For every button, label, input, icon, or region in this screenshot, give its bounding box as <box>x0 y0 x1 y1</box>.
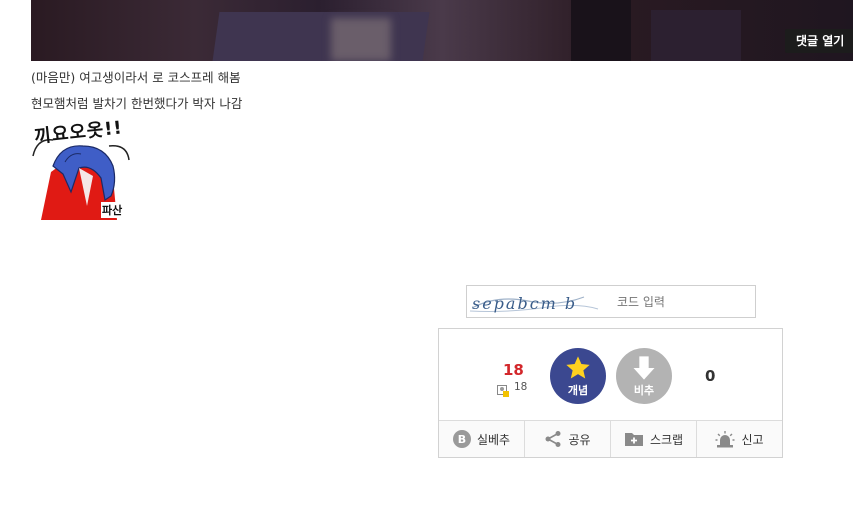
down-count: 0 <box>705 367 716 385</box>
scrap-button[interactable]: 스크랩 <box>611 421 697 457</box>
report-button[interactable]: 신고 <box>697 421 782 457</box>
share-label: 공유 <box>568 432 591 447</box>
recommend-top: 18 18 개념 비추 0 <box>439 329 782 421</box>
recommend-box: 18 18 개념 비추 0 B 실베추 공유 스크랩 신고 <box>438 328 783 458</box>
upvote-label: 개념 <box>567 384 589 397</box>
post-text-line: 현모햄처럼 발차기 한번했다가 박자 나감 <box>31 96 243 111</box>
share-icon <box>544 430 562 448</box>
best-recommend-button[interactable]: B 실베추 <box>439 421 525 457</box>
downvote-label: 비추 <box>633 384 655 397</box>
captcha-code-input[interactable] <box>605 287 753 316</box>
meme-image: 끼요오옷!! 파산 <box>31 116 131 220</box>
post-image <box>31 0 853 61</box>
downvote-button[interactable]: 비추 <box>616 348 672 404</box>
siren-icon <box>715 430 735 448</box>
post-text-line: (마음만) 여고생이라서 로 코스프레 해봄 <box>31 70 241 85</box>
share-button[interactable]: 공유 <box>525 421 611 457</box>
scrap-folder-icon <box>624 431 644 447</box>
captcha-box: sepabcm b <box>466 285 756 318</box>
meme-caption-text: 파산 <box>101 202 124 218</box>
fixed-user-icon <box>497 382 509 397</box>
svg-text:B: B <box>458 433 466 446</box>
post-page: 댓글 열기 (마음만) 여고생이라서 로 코스프레 해봄 현모햄처럼 발차기 한… <box>0 0 853 513</box>
captcha-image: sepabcm b <box>468 287 604 316</box>
report-label: 신고 <box>741 432 764 447</box>
upvote-button[interactable]: 개념 <box>550 348 606 404</box>
captcha-text: sepabcm b <box>472 294 577 313</box>
up-count: 18 <box>503 361 524 379</box>
recommend-actions: B 실베추 공유 스크랩 신고 <box>439 421 782 457</box>
best-recommend-label: 실베추 <box>476 432 511 447</box>
fixed-up-count: 18 <box>514 381 528 393</box>
comment-open-button[interactable]: 댓글 열기 <box>785 29 853 53</box>
star-icon <box>566 356 590 379</box>
scrap-label: 스크랩 <box>649 432 684 447</box>
arrow-down-icon <box>633 356 655 380</box>
b-badge-icon: B <box>452 430 471 448</box>
